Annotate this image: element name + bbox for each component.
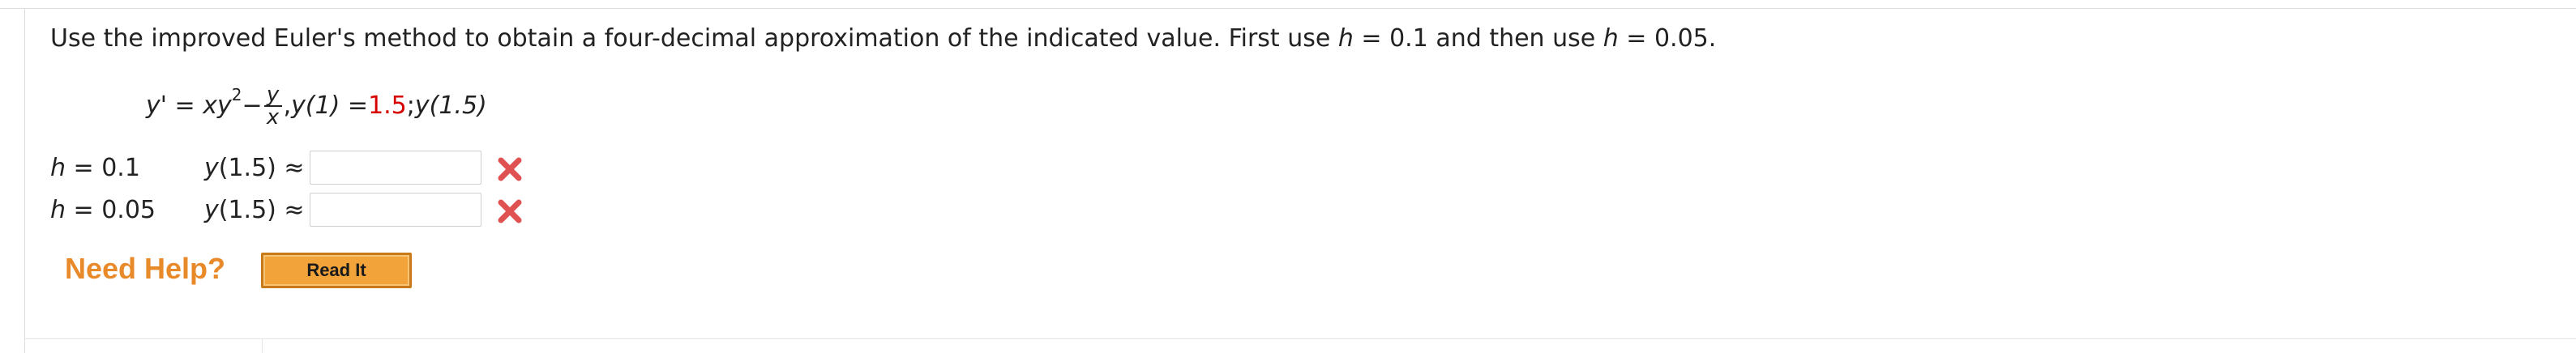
question-frame: Use the improved Euler's method to obtai… (0, 0, 2576, 353)
row1-h-value: = 0.1 (66, 154, 140, 182)
row2-h-var: h (50, 196, 66, 224)
initial-condition-value: 1.5 (368, 91, 407, 120)
row2-y-rest: (1.5) ≈ (218, 196, 305, 224)
question-h-value-1: = 0.1 and then use (1353, 24, 1603, 53)
need-help-label: Need Help? (65, 252, 226, 285)
initial-condition-lhs: y(1) = (291, 91, 369, 120)
bottom-divider-left (24, 338, 262, 339)
differential-equation: y' = xy2 − yx, y(1) = 1.5; y(1.5) (146, 83, 487, 132)
row2-y-var: y (204, 196, 219, 224)
equation-separator: ; (406, 91, 415, 120)
answer-input-h01[interactable] (310, 151, 481, 185)
equation-fraction: yx (263, 82, 282, 130)
row1-y-var: y (204, 154, 219, 182)
row1-y-rest: (1.5) ≈ (218, 154, 305, 182)
equation-exponent: 2 (231, 85, 242, 104)
equation-lhs: y' = xy (146, 91, 232, 120)
bottom-divider-tick (262, 338, 263, 353)
fraction-denominator: x (266, 104, 280, 130)
question-prefix: Use the improved Euler's method to obtai… (50, 24, 1338, 53)
question-text: Use the improved Euler's method to obtai… (50, 24, 1716, 53)
answer-input-h005[interactable] (310, 193, 481, 227)
question-h-var-1: h (1337, 24, 1354, 53)
row2-h-label: h = 0.05 (50, 196, 156, 225)
row1-y-label: y(1.5) ≈ (204, 154, 305, 183)
equation-comma: , (283, 91, 292, 120)
row2-h-value: = 0.05 (66, 196, 156, 224)
incorrect-x-icon (498, 157, 522, 181)
row1-h-label: h = 0.1 (50, 154, 140, 183)
read-it-button[interactable]: Read It (261, 253, 412, 288)
question-h-var-2: h (1603, 24, 1619, 53)
left-divider (24, 9, 25, 353)
row2-y-label: y(1.5) ≈ (204, 196, 305, 225)
incorrect-x-icon (498, 199, 522, 223)
equation-minus: − (242, 91, 263, 120)
top-divider (0, 8, 2576, 9)
row1-h-var: h (50, 154, 66, 182)
bottom-divider-right (262, 338, 2576, 339)
target-value: y(1.5) (414, 91, 487, 120)
fraction-numerator: y (266, 82, 280, 107)
question-h-value-2: = 0.05. (1618, 24, 1717, 53)
